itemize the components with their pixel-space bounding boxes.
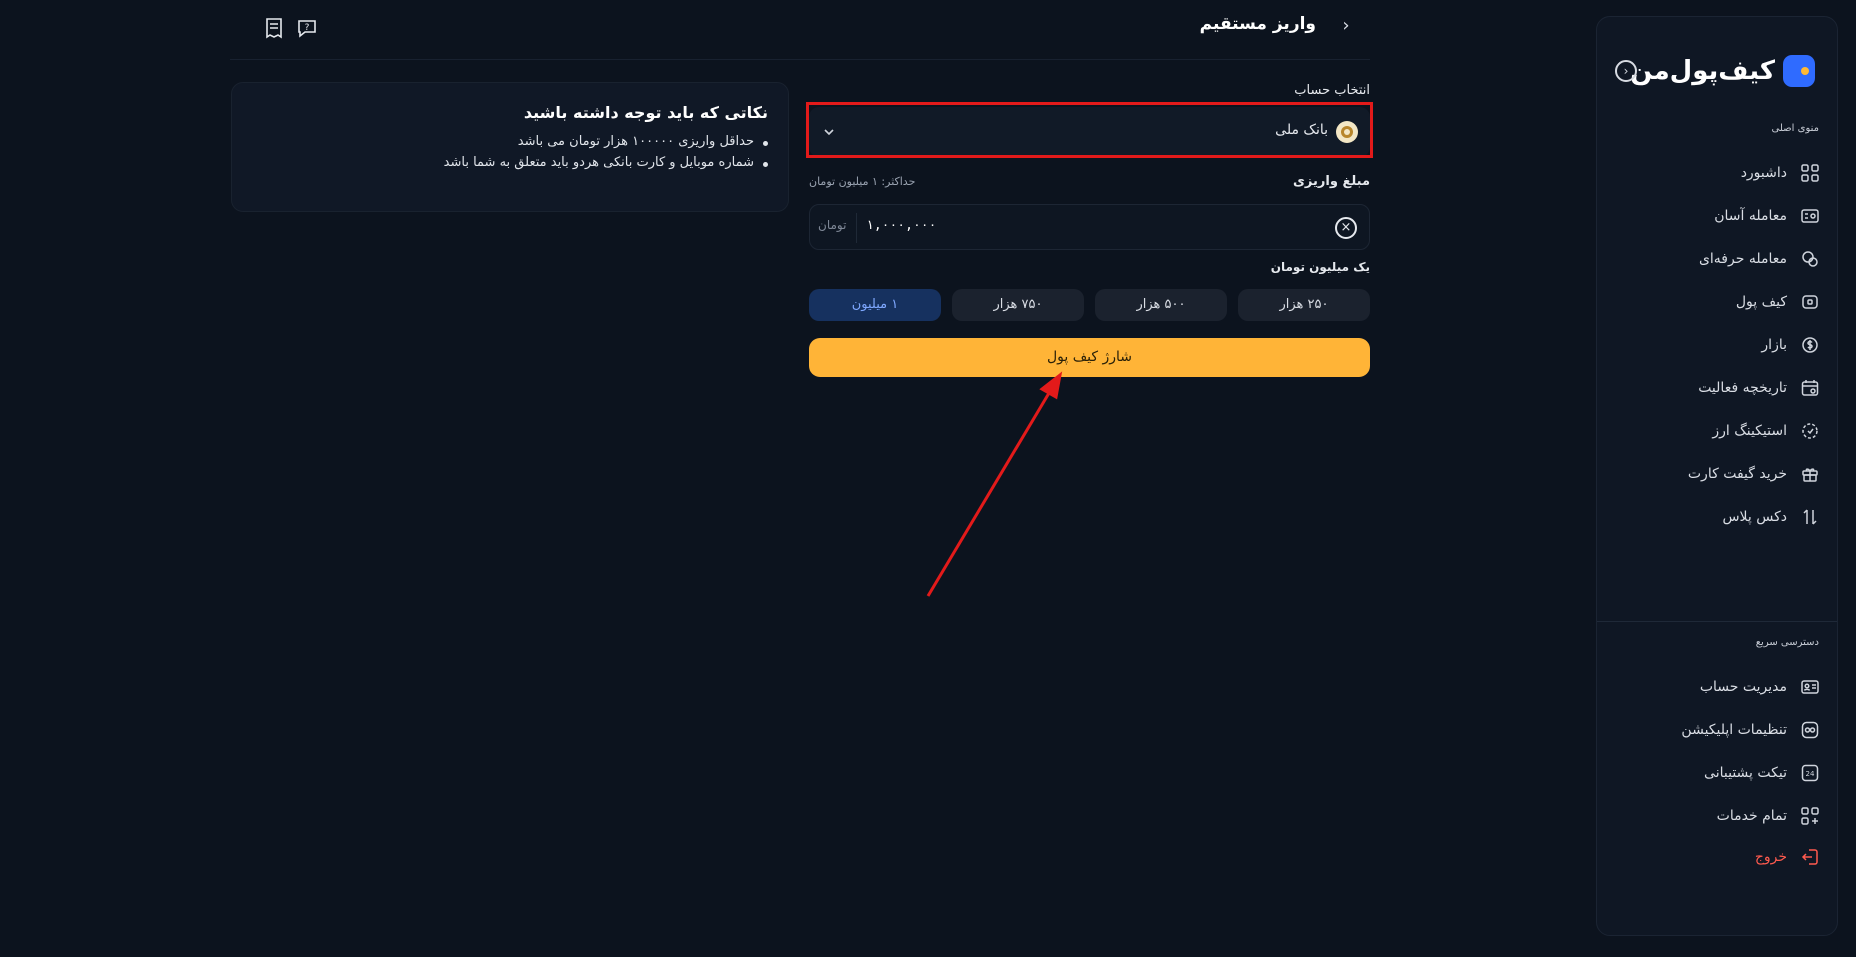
help-chat-icon[interactable]: ? bbox=[296, 17, 318, 39]
staking-icon bbox=[1801, 422, 1819, 440]
sidebar-item-pro-trade[interactable]: معامله حرفه‌ای bbox=[1597, 243, 1837, 275]
preset-750k-button[interactable]: ۷۵۰ هزار bbox=[952, 289, 1084, 321]
sidebar-item-label: بازار bbox=[1761, 337, 1787, 353]
dex-swap-icon bbox=[1801, 508, 1819, 526]
logo-row: کیف‌پول‌من › bbox=[1597, 51, 1837, 91]
main-menu-title: منوی اصلی bbox=[1771, 123, 1819, 134]
sidebar-item-activity-history[interactable]: تاریخچه فعالیت bbox=[1597, 372, 1837, 404]
amount-field[interactable]: تومان ۱,۰۰۰,۰۰۰ × bbox=[809, 204, 1370, 250]
sidebar-item-label: معامله آسان bbox=[1714, 208, 1787, 224]
exit-label: خروج bbox=[1754, 849, 1787, 865]
wallet-icon bbox=[1801, 293, 1819, 311]
sidebar-item-gift-card[interactable]: خرید گیفت کارت bbox=[1597, 458, 1837, 490]
all-services-icon bbox=[1801, 807, 1819, 825]
sidebar: کیف‌پول‌من › منوی اصلی داشبورد معامله آس… bbox=[1596, 16, 1838, 936]
sidebar-item-label: داشبورد bbox=[1740, 165, 1787, 181]
sidebar-item-support-ticket[interactable]: تیکت پشتیبانی 24 bbox=[1597, 757, 1837, 789]
selected-bank: بانک ملی bbox=[1275, 122, 1328, 138]
account-label: انتخاب حساب bbox=[1294, 83, 1370, 98]
svg-text:?: ? bbox=[305, 23, 310, 33]
tip-item: حداقل واریزی ۱۰۰۰۰۰ هزار تومان می باشد bbox=[252, 134, 768, 149]
tip-item: شماره موبایل و کارت بانکی هردو باید متعل… bbox=[252, 155, 768, 170]
logo-text: کیف‌پول‌من bbox=[1630, 56, 1775, 86]
charge-wallet-button[interactable]: شارژ کیف پول bbox=[809, 338, 1370, 377]
sidebar-item-wallet[interactable]: کیف پول bbox=[1597, 286, 1837, 318]
amount-in-words: یک میلیون تومان bbox=[1270, 260, 1370, 274]
sidebar-item-label: استیکینگ ارز bbox=[1712, 423, 1787, 439]
amount-input[interactable]: ۱,۰۰۰,۰۰۰ bbox=[866, 218, 936, 233]
amount-label: مبلغ واریزی bbox=[1293, 174, 1370, 189]
sidebar-item-label: خرید گیفت کارت bbox=[1687, 466, 1787, 482]
sidebar-item-app-settings[interactable]: تنظیمات اپلیکیشن bbox=[1597, 714, 1837, 746]
wallet-card-icon bbox=[1801, 207, 1819, 225]
sidebar-item-easy-trade[interactable]: معامله آسان bbox=[1597, 200, 1837, 232]
sidebar-divider bbox=[1597, 621, 1837, 622]
back-chevron-icon[interactable]: › bbox=[1336, 16, 1356, 36]
tips-card: نکاتی که باید توجه داشته باشید حداقل وار… bbox=[231, 82, 789, 212]
collapse-sidebar-icon[interactable]: › bbox=[1615, 60, 1637, 82]
preset-500k-button[interactable]: ۵۰۰ هزار bbox=[1095, 289, 1227, 321]
coins-gear-icon bbox=[1801, 250, 1819, 268]
sidebar-item-all-services[interactable]: تمام خدمات bbox=[1597, 800, 1837, 832]
sidebar-item-exit[interactable]: خروج bbox=[1597, 841, 1837, 873]
sidebar-item-dashboard[interactable]: داشبورد bbox=[1597, 157, 1837, 189]
svg-text:24: 24 bbox=[1806, 770, 1815, 778]
sidebar-item-label: کیف پول bbox=[1735, 294, 1787, 310]
preset-250k-button[interactable]: ۲۵۰ هزار bbox=[1238, 289, 1370, 321]
max-amount-note: حداکثر: ۱ میلیون تومان bbox=[809, 175, 916, 188]
dollar-coin-icon bbox=[1801, 336, 1819, 354]
sidebar-item-market[interactable]: بازار bbox=[1597, 329, 1837, 361]
logout-icon bbox=[1801, 848, 1819, 866]
quick-access-title: دسترسی سریع bbox=[1755, 637, 1819, 648]
grid-icon bbox=[1801, 164, 1819, 182]
amount-presets: ۲۵۰ هزار ۵۰۰ هزار ۷۵۰ هزار ۱ میلیون bbox=[809, 289, 1370, 321]
sidebar-item-staking[interactable]: استیکینگ ارز bbox=[1597, 415, 1837, 447]
id-card-icon bbox=[1801, 678, 1819, 696]
preset-1m-button[interactable]: ۱ میلیون bbox=[809, 289, 941, 321]
currency-unit: تومان bbox=[818, 218, 847, 232]
account-select[interactable]: بانک ملی bbox=[809, 107, 1370, 157]
logo-icon bbox=[1783, 55, 1815, 87]
bank-melli-icon bbox=[1336, 121, 1358, 143]
sidebar-item-label: تیکت پشتیبانی bbox=[1704, 765, 1787, 781]
page-title: واریز مستقیم bbox=[1199, 14, 1316, 34]
unit-divider bbox=[856, 213, 857, 243]
sidebar-item-account-management[interactable]: مدیریت حساب bbox=[1597, 671, 1837, 703]
tips-list: حداقل واریزی ۱۰۰۰۰۰ هزار تومان می باشد ش… bbox=[252, 134, 768, 170]
sidebar-item-label: تاریخچه فعالیت bbox=[1698, 380, 1787, 396]
sidebar-item-label: مدیریت حساب bbox=[1699, 679, 1787, 695]
calendar-history-icon bbox=[1801, 379, 1819, 397]
sidebar-item-label: تمام خدمات bbox=[1716, 808, 1787, 824]
sidebar-item-label: تنظیمات اپلیکیشن bbox=[1681, 722, 1787, 738]
support-24-icon: 24 bbox=[1801, 764, 1819, 782]
receipt-icon[interactable] bbox=[263, 17, 285, 39]
gift-icon bbox=[1801, 465, 1819, 483]
tips-title: نکاتی که باید توجه داشته باشید bbox=[523, 103, 768, 122]
sidebar-item-dex-plus[interactable]: دکس پلاس bbox=[1597, 501, 1837, 533]
clear-icon[interactable]: × bbox=[1335, 217, 1357, 239]
app-settings-icon bbox=[1801, 721, 1819, 739]
chevron-down-icon bbox=[819, 122, 839, 142]
page-header: › واریز مستقیم ? bbox=[230, 0, 1370, 60]
sidebar-item-label: معامله حرفه‌ای bbox=[1698, 251, 1787, 267]
sidebar-item-label: دکس پلاس bbox=[1722, 509, 1787, 525]
